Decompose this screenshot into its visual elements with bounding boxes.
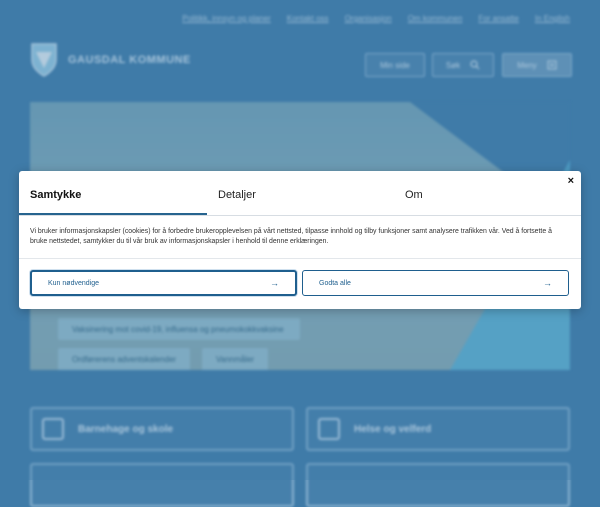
necessary-only-button[interactable]: Kun nødvendige → bbox=[30, 270, 297, 296]
tab-om[interactable]: Om bbox=[405, 189, 423, 201]
accept-all-label: Godta alle bbox=[319, 279, 351, 287]
arrow-right-icon: → bbox=[543, 278, 552, 288]
cookie-consent-dialog: Samtykke Detaljer Om × Vi bruker informa… bbox=[19, 171, 581, 309]
accept-all-button[interactable]: Godta alle → bbox=[302, 270, 569, 296]
close-icon[interactable]: × bbox=[568, 175, 574, 187]
consent-message: Vi bruker informasjonskapsler (cookies) … bbox=[30, 228, 552, 245]
divider bbox=[19, 258, 581, 259]
necessary-only-label: Kun nødvendige bbox=[48, 279, 99, 287]
active-tab-indicator bbox=[19, 213, 207, 215]
tab-samtykke[interactable]: Samtykke bbox=[30, 189, 81, 201]
tab-detaljer[interactable]: Detaljer bbox=[218, 189, 256, 201]
arrow-right-icon: → bbox=[270, 278, 279, 288]
consent-tabs: Samtykke Detaljer Om bbox=[19, 171, 581, 216]
